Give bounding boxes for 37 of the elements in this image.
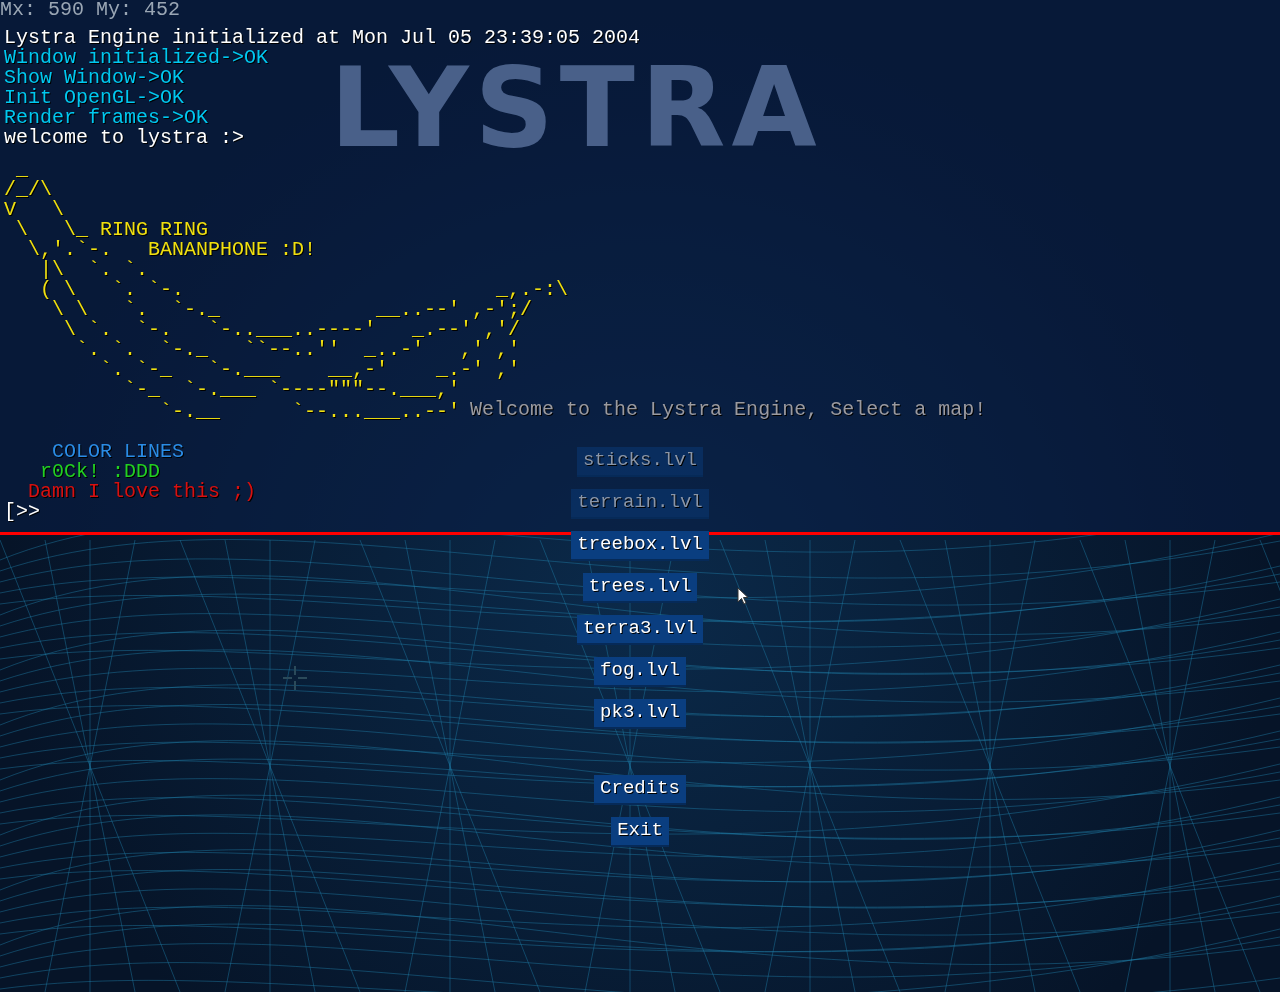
console-prompt[interactable]: [>> <box>0 502 40 522</box>
ascii-art-line: `. `. `-._ ``--..'' _..-' ,' ,' <box>75 340 521 360</box>
ascii-art-line: `-.__ `--...___..--' <box>159 402 461 422</box>
menu-button[interactable]: Exit <box>611 817 669 847</box>
menu-button[interactable]: Credits <box>594 775 686 805</box>
log-line: r0Ck! :DDD <box>39 462 161 482</box>
map-button[interactable]: terra3.lvl <box>576 615 703 645</box>
log-line: COLOR LINES <box>52 442 185 462</box>
log-line: welcome to lystra :> <box>4 128 245 148</box>
ascii-art-line: \ \ `. `-._ __..--' ,-';/ <box>51 300 533 320</box>
map-button[interactable]: sticks.lvl <box>576 447 703 477</box>
ascii-art-line: `-_ `-.___ `----"""--.___,' <box>123 380 461 400</box>
ascii-art-line: \ \_ RING RING <box>15 220 209 240</box>
ascii-art-line: `. `-_ `-.___ __,-' _.-' ,' <box>99 360 521 380</box>
ascii-art-line: \,'.`-. BANANPHONE :D! <box>27 240 317 260</box>
map-button[interactable]: treebox.lvl <box>571 531 709 561</box>
welcome-message: Welcome to the Lystra Engine, Select a map! <box>470 400 987 422</box>
log-line: Init OpenGL->OK <box>4 88 185 108</box>
logo: LYSTRA <box>330 52 823 164</box>
ascii-art-line: /_/\ <box>4 180 52 200</box>
ascii-art-line: ( \ `. `-. _,.-:\ <box>39 280 569 300</box>
map-button[interactable]: trees.lvl <box>582 573 698 603</box>
log-line: Damn I love this ;) <box>28 482 257 502</box>
cursor-icon <box>737 587 749 605</box>
ascii-art-line: |\ `. `. <box>40 260 149 280</box>
log-line: Render frames->OK <box>4 108 209 128</box>
log-line: Show Window->OK <box>4 68 185 88</box>
ascii-art-line: \ `. `-. `-..___..----' _.--' ,'/ <box>63 320 521 340</box>
ascii-art-line: _ <box>16 160 28 180</box>
log-line: Window initialized->OK <box>4 48 269 68</box>
map-button[interactable]: terrain.lvl <box>571 489 709 519</box>
mouse-readout: Mx: 590 My: 452 <box>0 0 181 20</box>
ascii-art-line: V \ <box>4 200 64 220</box>
crosshair-icon <box>282 665 308 691</box>
map-button[interactable]: fog.lvl <box>594 657 686 687</box>
map-button[interactable]: pk3.lvl <box>594 699 686 729</box>
log-line: Lystra Engine initialized at Mon Jul 05 23:39:05 2004 <box>4 28 641 48</box>
